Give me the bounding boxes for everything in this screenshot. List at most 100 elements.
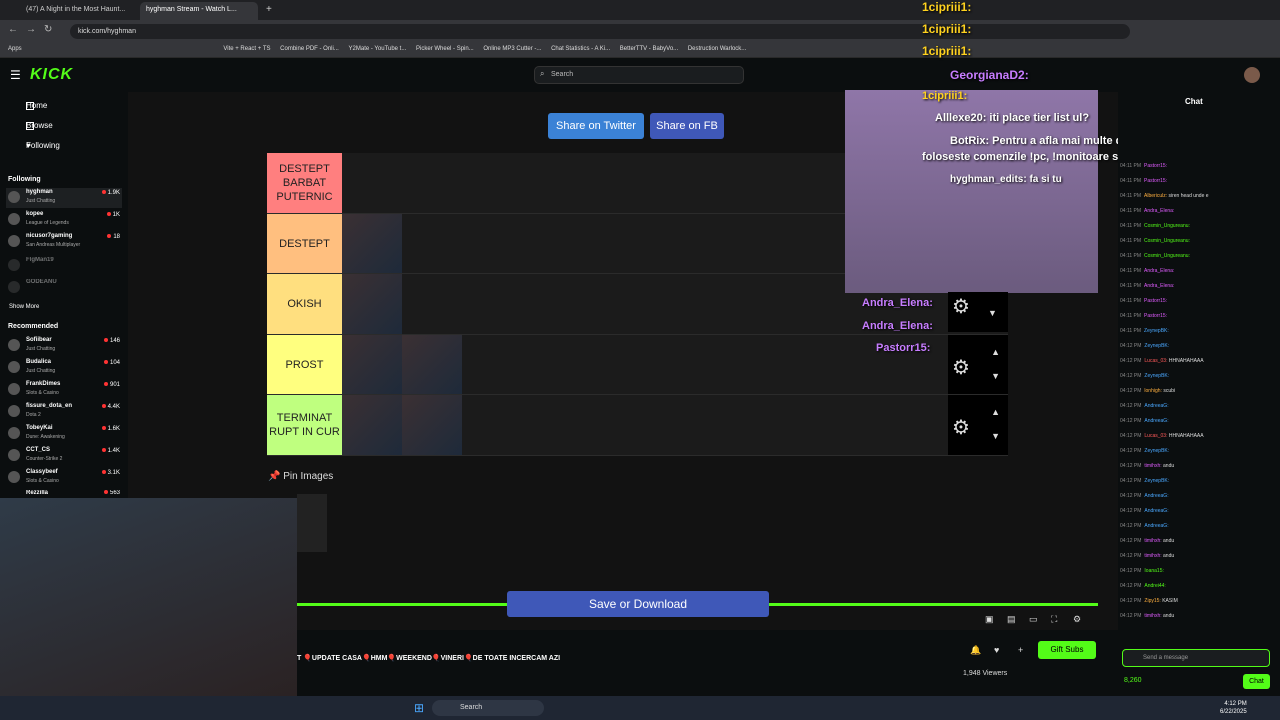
chat-username[interactable]: AndreeaG: [1144, 418, 1168, 424]
bookmark-item[interactable]: Apps [8, 42, 22, 57]
chat-username[interactable]: timihxh: [1144, 613, 1161, 619]
recommended-channel[interactable]: Rezzilla 563 [6, 490, 122, 498]
chevron-down-icon[interactable]: ▼ [988, 308, 997, 318]
new-tab-button[interactable]: + [260, 2, 274, 20]
unranked-image[interactable] [297, 494, 327, 552]
following-channel[interactable]: nicusor7gaming San Andreas Multiplayer 18 [6, 232, 122, 252]
recommended-channel[interactable]: Classybeef Slots & Casino 3.1K [6, 468, 122, 488]
user-avatar[interactable] [1244, 67, 1260, 83]
recommended-channel[interactable]: CCT_CS Counter-Strike 2 1.4K [6, 446, 122, 466]
chevron-up-icon[interactable]: ▲ [991, 347, 1000, 357]
tab-kick[interactable]: hyghman Stream - Watch L... [140, 2, 258, 20]
chevron-down-icon[interactable]: ▼ [991, 371, 1000, 381]
tier-label[interactable]: DESTEPT [267, 214, 342, 273]
chat-username[interactable]: lonhigh: [1144, 388, 1162, 394]
chat-username[interactable]: Ioana15: [1144, 568, 1163, 574]
share-fb-button[interactable]: Share on FB [650, 113, 724, 139]
taskbar-search[interactable]: Search [432, 700, 544, 716]
show-more-link[interactable]: Show More [9, 304, 39, 310]
tier-label[interactable]: PROST [267, 335, 342, 394]
chat-username[interactable]: ZeynepBK: [1144, 328, 1169, 334]
chat-username[interactable]: Andra_Elena: [1144, 283, 1174, 289]
tab-youtube[interactable]: (47) A Night in the Most Haunt... [20, 2, 138, 20]
gear-icon[interactable]: ⚙ [952, 355, 970, 380]
sidebar-home[interactable]: Home [10, 98, 47, 114]
chat-username[interactable]: timihxh: [1144, 463, 1161, 469]
tier-image[interactable] [342, 214, 402, 273]
chat-send-button[interactable]: Chat [1243, 674, 1270, 689]
search-input[interactable]: Search [534, 66, 744, 84]
gift-subs-button[interactable]: Gift Subs [1038, 641, 1096, 659]
tier-label[interactable]: TERMINAT RUPT IN CUR [267, 395, 342, 455]
tier-image[interactable] [342, 335, 402, 394]
following-channel-offline[interactable]: FlgMan19 [6, 256, 122, 276]
chat-username[interactable]: ZeynepBK: [1144, 343, 1169, 349]
chat-username[interactable]: Pastorr15: [1144, 298, 1167, 304]
settings-icon[interactable]: ⚙ [1073, 614, 1081, 625]
bookmark-item[interactable]: Online MP3 Cutter -... [483, 42, 541, 57]
chat-username[interactable]: AndreeaG: [1144, 493, 1168, 499]
chat-username[interactable]: Albericulz: [1144, 193, 1167, 199]
reload-icon[interactable]: ↻ [44, 24, 52, 35]
bookmark-item[interactable]: Destruction Warlock... [688, 42, 746, 57]
tier-image[interactable] [342, 274, 402, 334]
recommended-channel[interactable]: Sofiibear Just Chatting 146 [6, 336, 122, 356]
back-icon[interactable]: ← [8, 24, 18, 35]
chevron-up-icon[interactable]: ▲ [991, 407, 1000, 417]
sidebar-browse[interactable]: Browse [10, 118, 53, 134]
following-channel[interactable]: kopee League of Legends 1K [6, 210, 122, 230]
bookmark-item[interactable]: Vite + React + TS [223, 42, 270, 57]
pip-icon[interactable]: ▣ [985, 614, 994, 625]
menu-icon[interactable]: ☰ [10, 68, 21, 82]
tier-image[interactable] [402, 395, 462, 455]
bookmark-item[interactable]: BetterTTV - BabyVo... [620, 42, 678, 57]
windows-start-icon[interactable]: ⊞ [414, 701, 424, 715]
chat-username[interactable]: Pastorr15: [1144, 163, 1167, 169]
pin-images-label[interactable]: 📌 Pin Images [268, 471, 333, 482]
bell-icon[interactable]: 🔔 [970, 645, 981, 656]
bookmark-item[interactable]: Chat Statistics - A Ki... [551, 42, 610, 57]
chat-username[interactable]: Cosmin_Ungureanu: [1144, 253, 1190, 259]
recommended-channel[interactable]: FrankDimes Slots & Casino 901 [6, 380, 122, 400]
chat-username[interactable]: Lucas_03: [1144, 433, 1167, 439]
bookmark-item[interactable]: Combine PDF - Onli... [280, 42, 339, 57]
plus-icon[interactable]: + [1018, 645, 1023, 655]
recommended-channel[interactable]: Budalica Just Chatting 104 [6, 358, 122, 378]
save-download-button[interactable]: Save or Download [507, 591, 769, 617]
heart-icon[interactable]: ♥ [994, 645, 999, 655]
chat-username[interactable]: ZeynepBK: [1144, 373, 1169, 379]
chat-username[interactable]: Andra_Elena: [1144, 208, 1174, 214]
chat-username[interactable]: AndreeaG: [1144, 403, 1168, 409]
clip-icon[interactable]: ▤ [1007, 614, 1016, 625]
chat-username[interactable]: Zipy15: [1144, 598, 1160, 604]
chat-username[interactable]: Cosmin_Ungureanu: [1144, 238, 1190, 244]
gear-icon[interactable]: ⚙ [952, 415, 970, 440]
channel-points[interactable]: 8,260 [1124, 677, 1142, 684]
gear-icon[interactable]: ⚙ [952, 294, 970, 319]
tier-label[interactable]: OKISH [267, 274, 342, 334]
bookmark-item[interactable]: Picker Wheel - Spin... [416, 42, 474, 57]
sidebar-following[interactable]: ♥ Following [10, 138, 60, 154]
tier-image[interactable] [342, 395, 402, 455]
forward-icon[interactable]: → [26, 24, 36, 35]
following-channel[interactable]: hyghman Just Chatting 1.9K [6, 188, 122, 208]
chat-username[interactable]: timihxh: [1144, 538, 1161, 544]
chat-username[interactable]: Lucas_03: [1144, 358, 1167, 364]
recommended-channel[interactable]: fissure_dota_en Dota 2 4.4K [6, 402, 122, 422]
fullscreen-icon[interactable]: ⛶ [1051, 614, 1057, 625]
chat-username[interactable]: ZeynepBK: [1144, 478, 1169, 484]
kick-logo[interactable]: KICK [30, 66, 73, 84]
tier-image[interactable] [402, 335, 462, 394]
chat-username[interactable]: Cosmin_Ungureanu: [1144, 223, 1190, 229]
chat-username[interactable]: timihxh: [1144, 553, 1161, 559]
chat-username[interactable]: Andrei44: [1144, 583, 1165, 589]
chat-username[interactable]: Pastorr15: [1144, 178, 1167, 184]
chevron-down-icon[interactable]: ▼ [991, 431, 1000, 441]
recommended-channel[interactable]: TobeyKai Dune: Awakening 1.6K [6, 424, 122, 444]
chat-username[interactable]: ZeynepBK: [1144, 448, 1169, 454]
chat-username[interactable]: Andra_Elena: [1144, 268, 1174, 274]
share-twitter-button[interactable]: Share on Twitter [548, 113, 644, 139]
chat-input[interactable]: Send a message [1122, 649, 1270, 667]
theater-icon[interactable]: ▭ [1029, 614, 1038, 625]
chat-username[interactable]: AndreeaG: [1144, 523, 1168, 529]
